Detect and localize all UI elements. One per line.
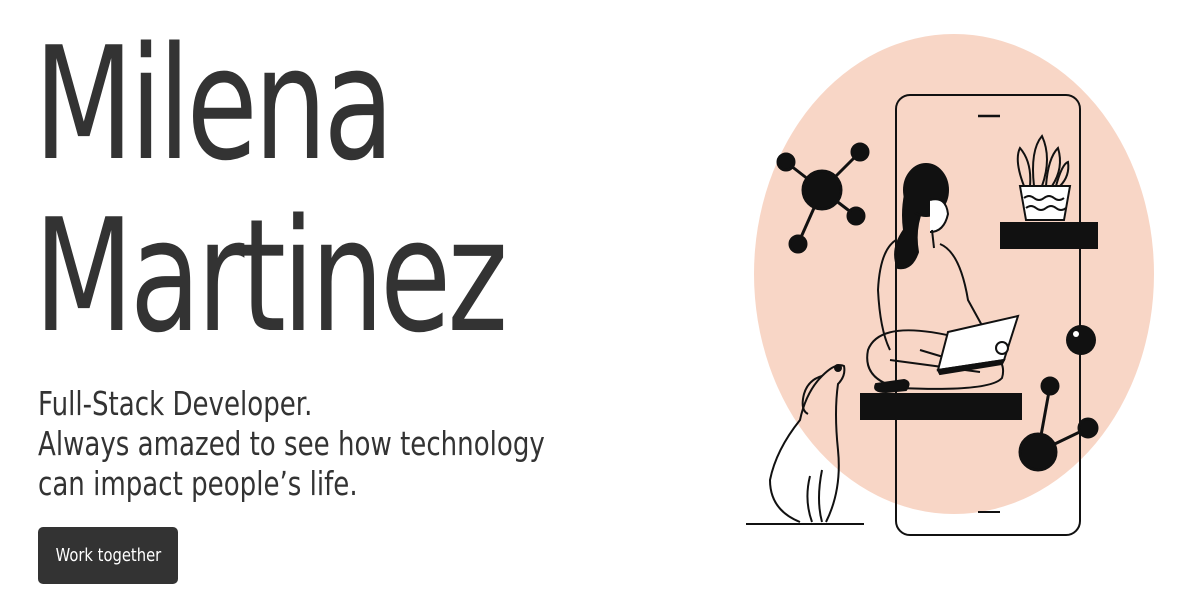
tagline-role: Full-Stack Developer. [38,384,313,423]
tagline-line-2: Always amazed to see how technology [38,424,545,463]
developer-illustration [746,34,1154,536]
work-together-button[interactable]: Work together [38,527,178,584]
tagline-line-3: can impact people’s life. [38,464,358,503]
hero-name-first: Milena [34,13,394,195]
lower-shelf [860,393,1022,420]
background-blob [754,34,1154,514]
tagline: Full-Stack Developer. Always amazed to s… [38,384,545,504]
hero-name: Milena Martinez [34,13,508,367]
orb-icon [1066,325,1096,355]
work-together-label: Work together [55,545,161,566]
upper-shelf [1000,222,1098,249]
hero-name-last: Martinez [34,185,508,367]
